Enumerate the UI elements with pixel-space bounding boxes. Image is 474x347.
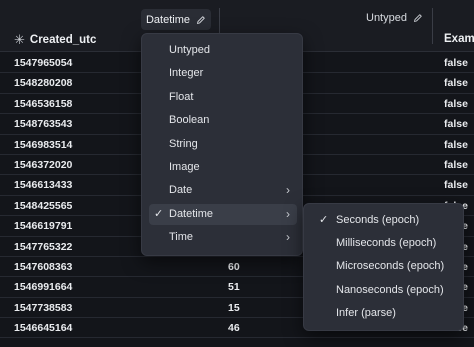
cell-value: 15	[228, 301, 240, 314]
cell-created-utc: 1547738583	[14, 301, 73, 314]
chevron-right-icon: ›	[286, 183, 290, 198]
menu-item-label: Datetime	[169, 207, 214, 220]
menu-item-label: Date	[169, 184, 193, 197]
menu-item-label: Time	[169, 231, 194, 244]
submenu-item-microseconds-epoch[interactable]: Microseconds (epoch)	[312, 256, 458, 277]
datetime-format-submenu: ✓ Seconds (epoch) Milliseconds (epoch) Micr…	[303, 203, 464, 331]
menu-item-label: Float	[169, 90, 194, 103]
menu-item-untyped[interactable]: Untyped	[149, 40, 297, 61]
column-type-button-untyped[interactable]: Untyped	[366, 12, 423, 24]
cell-created-utc: 1546645164	[14, 322, 73, 335]
cell-created-utc: 1548763543	[14, 118, 73, 131]
cell-example: false	[444, 158, 468, 171]
column-type-menu: Untyped Integer Float Boolean String Image Dat…	[141, 33, 303, 256]
cell-value: 51	[228, 281, 240, 294]
cell-value: 60	[228, 260, 240, 273]
cell-created-utc: 1546613433	[14, 179, 73, 192]
cell-created-utc: 1547965054	[14, 57, 73, 69]
column-type-button[interactable]: Datetime	[141, 9, 211, 30]
menu-item-label: Boolean	[169, 114, 210, 127]
cell-created-utc: 1546619791	[14, 220, 73, 233]
submenu-item-seconds-epoch[interactable]: ✓ Seconds (epoch)	[312, 210, 458, 231]
column-divider[interactable]	[432, 8, 433, 44]
menu-item-time[interactable]: Time ›	[149, 227, 297, 248]
menu-item-string[interactable]: String	[149, 134, 297, 155]
cell-value: 46	[228, 322, 240, 335]
menu-item-label: String	[169, 137, 198, 150]
menu-item-label: Integer	[169, 67, 204, 80]
column-header-created-utc[interactable]: ✳ Created_utc	[14, 32, 96, 48]
chevron-right-icon: ›	[286, 230, 290, 245]
column-type-label: Untyped	[366, 12, 407, 24]
submenu-item-milliseconds-epoch[interactable]: Milliseconds (epoch)	[312, 233, 458, 254]
submenu-item-infer-parse[interactable]: Infer (parse)	[312, 303, 458, 324]
cell-created-utc: 1547765322	[14, 240, 73, 253]
cell-created-utc: 1546372020	[14, 158, 73, 171]
column-type-label: Datetime	[145, 13, 191, 26]
menu-item-label: Untyped	[169, 44, 210, 56]
cell-example: false	[444, 97, 468, 110]
cell-example: false	[444, 179, 468, 192]
menu-item-float[interactable]: Float	[149, 87, 297, 108]
checkmark-icon: ✓	[319, 214, 329, 226]
submenu-item-label: Nanoseconds (epoch)	[336, 283, 444, 296]
menu-item-boolean[interactable]: Boolean	[149, 110, 297, 131]
cell-created-utc: 1548425565	[14, 199, 73, 212]
menu-item-image[interactable]: Image	[149, 157, 297, 178]
submenu-item-label: Infer (parse)	[336, 306, 396, 319]
submenu-item-label: Seconds (epoch)	[336, 214, 420, 226]
asterisk-icon: ✳	[14, 32, 25, 47]
submenu-item-nanoseconds-epoch[interactable]: Nanoseconds (epoch)	[312, 280, 458, 301]
submenu-item-label: Milliseconds (epoch)	[336, 237, 437, 250]
checkmark-icon: ✓	[154, 207, 164, 220]
menu-item-integer[interactable]: Integer	[149, 63, 297, 84]
pencil-icon	[414, 14, 422, 22]
cell-example: false	[444, 57, 468, 69]
cell-created-utc: 1547608363	[14, 260, 73, 273]
pencil-icon	[197, 15, 205, 24]
cell-created-utc: 1546536158	[14, 97, 73, 110]
cell-example: false	[444, 118, 468, 131]
cell-created-utc: 1546991664	[14, 281, 73, 294]
cell-example: false	[444, 77, 468, 90]
cell-created-utc: 1548280208	[14, 77, 73, 90]
menu-item-label: Image	[169, 161, 200, 173]
cell-created-utc: 1546983514	[14, 138, 73, 151]
submenu-item-label: Microseconds (epoch)	[336, 260, 445, 273]
column-header-label: Created_utc	[29, 34, 97, 46]
menu-item-datetime[interactable]: ✓ Datetime ›	[149, 203, 297, 225]
chevron-right-icon: ›	[286, 206, 290, 221]
column-header-example[interactable]: Examp	[444, 33, 474, 45]
menu-item-date[interactable]: Date ›	[149, 180, 297, 201]
cell-example: false	[444, 138, 468, 151]
